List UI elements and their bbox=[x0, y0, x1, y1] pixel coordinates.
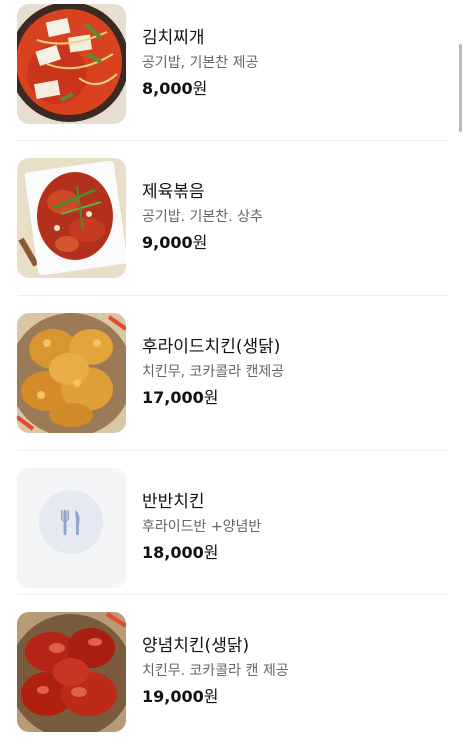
menu-item-fried-chicken[interactable]: 후라이드치킨(생닭) 치킨무, 코카콜라 캔제공 17,000원 bbox=[0, 296, 448, 446]
menu-item-price: 9,000원 bbox=[142, 233, 263, 253]
menu-item-info: 반반치킨 후라이드반 +양념반 18,000원 bbox=[142, 491, 261, 563]
kimchi-stew-photo bbox=[17, 4, 126, 124]
scrollbar[interactable] bbox=[459, 44, 462, 132]
menu-item-description: 치킨무, 코카콜라 캔제공 bbox=[142, 364, 285, 380]
price-value: 8,000 bbox=[142, 79, 193, 98]
menu-item-spicy-pork[interactable]: 제육볶음 공기밥. 기본찬. 상추 9,000원 bbox=[0, 141, 448, 291]
currency-suffix: 원 bbox=[203, 543, 219, 562]
price-value: 9,000 bbox=[142, 233, 193, 252]
menu-item-price: 19,000원 bbox=[142, 687, 289, 707]
price-value: 18,000 bbox=[142, 543, 204, 562]
spicy-pork-photo bbox=[17, 158, 126, 278]
currency-suffix: 원 bbox=[203, 388, 219, 407]
menu-item-name: 양념치킨(생닭) bbox=[142, 636, 250, 656]
menu-item-name: 반반치킨 bbox=[142, 492, 205, 512]
menu-item-name: 김치찌개 bbox=[142, 28, 205, 48]
menu-item-info: 제육볶음 공기밥. 기본찬. 상추 9,000원 bbox=[142, 181, 263, 253]
menu-item-description: 공기밥, 기본찬 제공 bbox=[142, 55, 259, 71]
menu-item-description: 후라이드반 +양념반 bbox=[142, 519, 262, 535]
price-value: 19,000 bbox=[142, 687, 204, 706]
menu-item-description: 공기밥. 기본찬. 상추 bbox=[142, 209, 263, 225]
menu-item-description: 치킨무. 코카콜라 캔 제공 bbox=[142, 663, 289, 679]
currency-suffix: 원 bbox=[192, 233, 208, 252]
price-value: 17,000 bbox=[142, 388, 204, 407]
menu-item-kimchi-stew[interactable]: 김치찌개 공기밥, 기본찬 제공 8,000원 bbox=[0, 0, 448, 150]
menu-item-name: 제육볶음 bbox=[142, 182, 205, 202]
menu-item-price: 8,000원 bbox=[142, 79, 258, 99]
currency-suffix: 원 bbox=[192, 79, 208, 98]
menu-item-info: 후라이드치킨(생닭) 치킨무, 코카콜라 캔제공 17,000원 bbox=[142, 336, 284, 408]
menu-item-price: 18,000원 bbox=[142, 543, 261, 563]
currency-suffix: 원 bbox=[203, 687, 219, 706]
image-placeholder bbox=[17, 468, 126, 588]
menu-item-info: 양념치킨(생닭) 치킨무. 코카콜라 캔 제공 19,000원 bbox=[142, 635, 289, 707]
fried-chicken-photo bbox=[17, 313, 126, 433]
menu-item-price: 17,000원 bbox=[142, 388, 284, 408]
menu-item-name: 후라이드치킨(생닭) bbox=[142, 337, 281, 357]
menu-item-seasoned-chicken[interactable]: 양념치킨(생닭) 치킨무. 코카콜라 캔 제공 19,000원 bbox=[0, 595, 448, 745]
menu-item-info: 김치찌개 공기밥, 기본찬 제공 8,000원 bbox=[142, 27, 258, 99]
utensils-placeholder-icon bbox=[39, 490, 103, 554]
seasoned-chicken-photo bbox=[17, 612, 126, 732]
menu-item-half-half-chicken[interactable]: 반반치킨 후라이드반 +양념반 18,000원 bbox=[0, 451, 448, 601]
menu-list: 김치찌개 공기밥, 기본찬 제공 8,000원 제육볶음 공기밥. 기본찬. 상… bbox=[0, 0, 466, 738]
